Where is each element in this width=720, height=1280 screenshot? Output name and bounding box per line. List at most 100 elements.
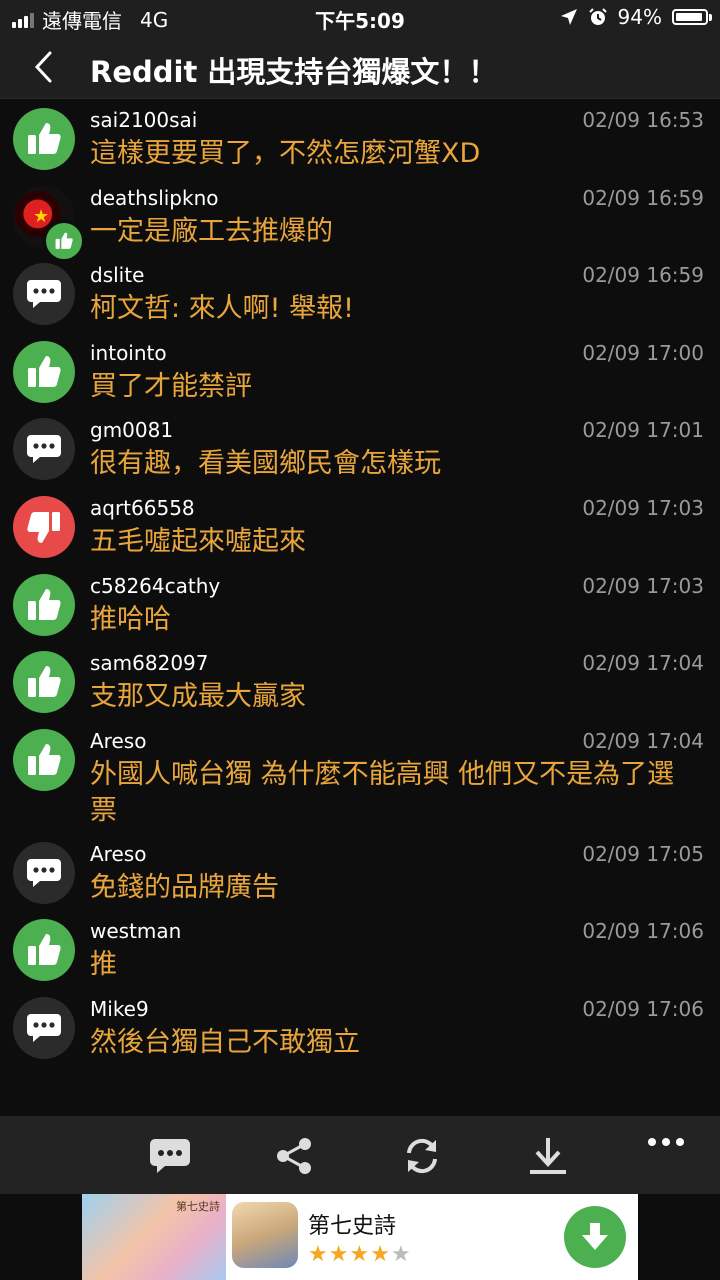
comment-time: 02/09 17:00 <box>582 340 704 365</box>
avatar[interactable]: ★ <box>13 185 85 262</box>
location-arrow-icon <box>560 9 577 25</box>
push-badge <box>13 573 75 636</box>
comment-icon <box>150 1139 190 1173</box>
comment-bubble-icon <box>27 435 61 464</box>
ad-download-button[interactable] <box>564 1206 626 1268</box>
comment-list[interactable]: sai2100sai 02/09 16:53 這樣更要買了，不然怎麼河蟹XD ★ dea… <box>0 98 720 1116</box>
carrier-name: 遠傳電信 <box>42 9 122 33</box>
comment-username[interactable]: gm0081 <box>90 418 173 442</box>
more-icon <box>648 1138 684 1146</box>
share-icon <box>277 1138 311 1174</box>
comment-badge <box>13 418 75 481</box>
star-icon: ★ <box>349 1242 371 1267</box>
comment-username[interactable]: aqrt66558 <box>90 496 195 520</box>
comment-text: 外國人喊台獨 為什麼不能高興 他們又不是為了選票 <box>90 758 675 826</box>
comment-row[interactable]: Areso 02/09 17:05 免錢的品牌廣告 <box>0 832 720 910</box>
comment-text: 推哈哈 <box>90 603 171 635</box>
comment-time: 02/09 17:04 <box>582 728 704 753</box>
thumbs-up-icon <box>28 588 61 620</box>
comment-bubble-icon <box>27 1013 61 1042</box>
comment-text: 很有趣，看美國鄉民會怎樣玩 <box>90 448 441 480</box>
download-button[interactable] <box>526 1134 570 1178</box>
comment-time: 02/09 16:59 <box>582 185 704 210</box>
comment-time: 02/09 17:05 <box>582 841 704 866</box>
comment-time: 02/09 17:06 <box>582 996 704 1021</box>
comment-text: 買了才能禁評 <box>90 370 252 402</box>
comment-username[interactable]: deathslipkno <box>90 186 219 210</box>
comment-text: 然後台獨自己不敢獨立 <box>90 1026 360 1058</box>
star-icon: ★ <box>370 1242 391 1267</box>
thumbs-up-icon <box>28 934 61 966</box>
push-badge <box>13 651 75 714</box>
comment-row[interactable]: westman 02/09 17:06 推 <box>0 909 720 987</box>
comment-username[interactable]: Areso <box>90 842 146 866</box>
network-type: 4G <box>140 7 169 32</box>
ad-title: 第七史詩 <box>308 1214 397 1239</box>
comment-time: 02/09 17:06 <box>582 919 704 944</box>
comment-button[interactable] <box>148 1134 192 1178</box>
comment-bubble-icon <box>27 858 61 887</box>
comment-time: 02/09 17:04 <box>582 651 704 676</box>
share-button[interactable] <box>272 1134 316 1178</box>
back-button[interactable] <box>28 50 62 84</box>
comment-time: 02/09 17:01 <box>582 418 704 443</box>
comment-username[interactable]: westman <box>90 919 181 943</box>
comment-text: 一定是廠工去推爆的 <box>90 215 333 247</box>
comment-username[interactable]: Mike9 <box>90 997 149 1021</box>
ad-rating: ★★★★★ <box>308 1242 412 1267</box>
comment-username[interactable]: intointo <box>90 341 167 365</box>
chevron-left-icon <box>34 51 52 83</box>
comment-badge <box>13 996 75 1059</box>
comment-row[interactable]: aqrt66558 02/09 17:03 五毛噓起來噓起來 <box>0 486 720 564</box>
comment-row[interactable]: Mike9 02/09 17:06 然後台獨自己不敢獨立 <box>0 987 720 1065</box>
comment-badge <box>13 263 75 326</box>
comment-username[interactable]: dslite <box>90 263 144 287</box>
thumbs-up-icon <box>28 666 61 698</box>
refresh-button[interactable] <box>400 1134 444 1178</box>
ad-artwork[interactable]: 第七史詩 <box>82 1194 226 1280</box>
push-badge <box>13 108 75 170</box>
more-button[interactable] <box>644 1120 688 1164</box>
download-icon <box>530 1138 566 1174</box>
comment-text: 推 <box>90 949 117 981</box>
comment-row[interactable]: Areso 02/09 17:04 外國人喊台獨 為什麼不能高興 他們又不是為了選票 <box>0 719 720 832</box>
comment-row[interactable]: dslite 02/09 16:59 柯文哲: 來人啊! 舉報! <box>0 253 720 331</box>
thumbs-up-icon <box>28 355 61 387</box>
thumbs-up-icon <box>28 123 61 154</box>
comment-time: 02/09 17:03 <box>582 495 704 520</box>
comment-username[interactable]: Areso <box>90 729 146 753</box>
comment-badge <box>13 841 75 904</box>
comment-username[interactable]: c58264cathy <box>90 574 220 598</box>
star-icon: ★ <box>308 1242 329 1267</box>
comment-row[interactable]: ★ deathslipkno 02/09 16:59 一定是廠工去推爆的 <box>0 176 720 262</box>
comment-text: 免錢的品牌廣告 <box>90 871 279 903</box>
bottom-toolbar <box>0 1116 720 1194</box>
thumbs-down-icon <box>27 511 60 543</box>
comment-text: 支那又成最大贏家 <box>90 681 306 713</box>
status-bar: 遠傳電信 4G 下午5:09 94% <box>0 0 720 36</box>
comment-username[interactable]: sam682097 <box>90 651 209 675</box>
comment-row[interactable]: sai2100sai 02/09 16:53 這樣更要買了，不然怎麼河蟹XD <box>0 98 720 176</box>
ad-banner[interactable]: 第七史詩 第七史詩 ★★★★★ <box>0 1194 720 1280</box>
thumbs-up-icon <box>55 232 73 249</box>
comment-row[interactable]: gm0081 02/09 17:01 很有趣，看美國鄉民會怎樣玩 <box>0 408 720 486</box>
star-icon: ★ <box>33 205 50 227</box>
ad-app-icon[interactable] <box>232 1202 298 1268</box>
boo-badge <box>13 495 75 558</box>
signal-icon <box>12 12 34 28</box>
push-badge <box>13 728 75 791</box>
comment-bubble-icon <box>27 280 61 309</box>
comment-text: 柯文哲: 來人啊! 舉報! <box>90 293 354 325</box>
comment-row[interactable]: intointo 02/09 17:00 買了才能禁評 <box>0 331 720 409</box>
comment-row[interactable]: sam682097 02/09 17:04 支那又成最大贏家 <box>0 641 720 719</box>
comment-row[interactable]: c58264cathy 02/09 17:03 推哈哈 <box>0 564 720 642</box>
comment-text: 五毛噓起來噓起來 <box>90 525 306 557</box>
comment-username[interactable]: sai2100sai <box>90 108 197 132</box>
star-icon: ★ <box>390 1242 412 1267</box>
comment-time: 02/09 16:53 <box>582 108 704 132</box>
comment-time: 02/09 17:03 <box>582 573 704 598</box>
refresh-icon <box>407 1138 437 1174</box>
comment-time: 02/09 16:59 <box>582 263 704 288</box>
alarm-icon <box>588 8 607 25</box>
ad-banner-logo: 第七史詩 <box>176 1200 220 1213</box>
